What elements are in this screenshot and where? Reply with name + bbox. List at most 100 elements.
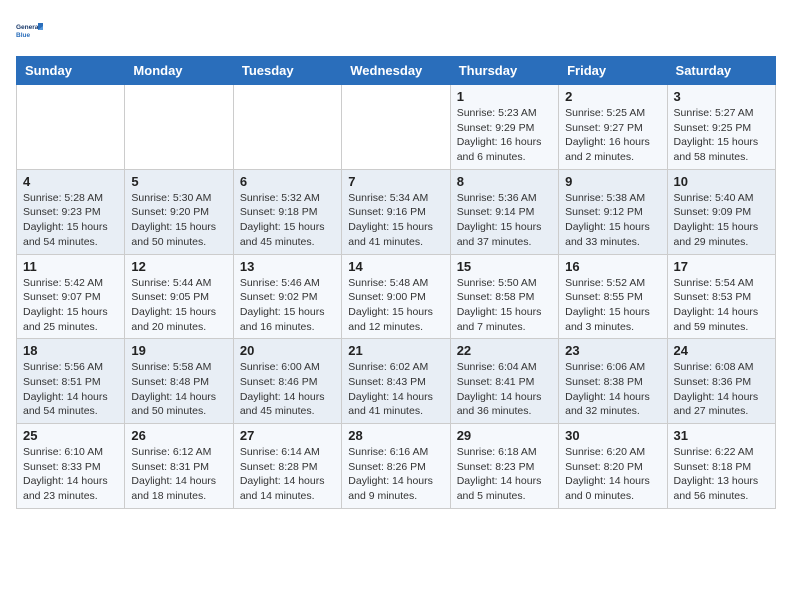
day-info: Sunrise: 5:48 AMSunset: 9:00 PMDaylight:…	[348, 276, 443, 335]
calendar-cell: 26Sunrise: 6:12 AMSunset: 8:31 PMDayligh…	[125, 424, 233, 509]
logo-icon: GeneralBlue	[16, 16, 44, 44]
day-info: Sunrise: 6:08 AMSunset: 8:36 PMDaylight:…	[674, 360, 769, 419]
calendar-row: 11 Sunrise: 5:42 AMSunset: 9:07 PMDayligh…	[17, 254, 776, 339]
day-info: Sunrise: 5:36 AMSunset: 9:14 PMDaylight:…	[457, 191, 552, 250]
day-info: Sunrise: 6:20 AMSunset: 8:20 PMDaylight:…	[565, 445, 660, 504]
calendar-cell: 15 Sunrise: 5:50 AMSunset: 8:58 PMDayligh…	[450, 254, 558, 339]
calendar-cell: 2Sunrise: 5:25 AMSunset: 9:27 PMDaylight…	[559, 85, 667, 170]
header-day-wednesday: Wednesday	[342, 57, 450, 85]
day-info: Sunrise: 5:27 AMSunset: 9:25 PMDaylight:…	[674, 106, 769, 165]
day-info: Sunrise: 5:44 AMSunset: 9:05 PMDaylight:…	[131, 276, 226, 335]
calendar-cell: 7 Sunrise: 5:34 AMSunset: 9:16 PMDaylight…	[342, 169, 450, 254]
calendar-cell: 12 Sunrise: 5:44 AMSunset: 9:05 PMDayligh…	[125, 254, 233, 339]
day-number: 24	[674, 343, 769, 358]
day-number: 8	[457, 174, 552, 189]
calendar-cell: 3 Sunrise: 5:27 AMSunset: 9:25 PMDaylight…	[667, 85, 775, 170]
calendar-cell: 9 Sunrise: 5:38 AMSunset: 9:12 PMDaylight…	[559, 169, 667, 254]
calendar-cell: 8 Sunrise: 5:36 AMSunset: 9:14 PMDaylight…	[450, 169, 558, 254]
calendar-cell: 22Sunrise: 6:04 AMSunset: 8:41 PMDayligh…	[450, 339, 558, 424]
day-info: Sunrise: 6:14 AMSunset: 8:28 PMDaylight:…	[240, 445, 335, 504]
header-row: SundayMondayTuesdayWednesdayThursdayFrid…	[17, 57, 776, 85]
calendar-cell: 25Sunrise: 6:10 AMSunset: 8:33 PMDayligh…	[17, 424, 125, 509]
day-number: 30	[565, 428, 660, 443]
day-info: Sunrise: 5:25 AMSunset: 9:27 PMDaylight:…	[565, 106, 660, 165]
calendar-cell: 24 Sunrise: 6:08 AMSunset: 8:36 PMDayligh…	[667, 339, 775, 424]
calendar-cell: 21Sunrise: 6:02 AMSunset: 8:43 PMDayligh…	[342, 339, 450, 424]
header-day-thursday: Thursday	[450, 57, 558, 85]
day-number: 4	[23, 174, 118, 189]
calendar-cell: 10 Sunrise: 5:40 AMSunset: 9:09 PMDayligh…	[667, 169, 775, 254]
day-number: 12	[131, 259, 226, 274]
calendar-cell: 14 Sunrise: 5:48 AMSunset: 9:00 PMDayligh…	[342, 254, 450, 339]
day-number: 19	[131, 343, 226, 358]
day-number: 31	[674, 428, 769, 443]
day-number: 10	[674, 174, 769, 189]
calendar-cell: 30 Sunrise: 6:20 AMSunset: 8:20 PMDayligh…	[559, 424, 667, 509]
day-info: Sunrise: 5:34 AMSunset: 9:16 PMDaylight:…	[348, 191, 443, 250]
day-info: Sunrise: 6:06 AMSunset: 8:38 PMDaylight:…	[565, 360, 660, 419]
header-day-tuesday: Tuesday	[233, 57, 341, 85]
day-number: 13	[240, 259, 335, 274]
calendar-cell: 28 Sunrise: 6:16 AMSunset: 8:26 PMDayligh…	[342, 424, 450, 509]
calendar-cell: 17 Sunrise: 5:54 AMSunset: 8:53 PMDayligh…	[667, 254, 775, 339]
day-info: Sunrise: 5:54 AMSunset: 8:53 PMDaylight:…	[674, 276, 769, 335]
day-info: Sunrise: 6:22 AMSunset: 8:18 PMDaylight:…	[674, 445, 769, 504]
day-number: 9	[565, 174, 660, 189]
calendar-cell: 19 Sunrise: 5:58 AMSunset: 8:48 PMDayligh…	[125, 339, 233, 424]
day-info: Sunrise: 5:46 AMSunset: 9:02 PMDaylight:…	[240, 276, 335, 335]
day-info: Sunrise: 5:32 AMSunset: 9:18 PMDaylight:…	[240, 191, 335, 250]
calendar-cell	[125, 85, 233, 170]
calendar-cell: 20Sunrise: 6:00 AMSunset: 8:46 PMDayligh…	[233, 339, 341, 424]
calendar-row: 18 Sunrise: 5:56 AMSunset: 8:51 PMDayligh…	[17, 339, 776, 424]
calendar-cell: 13 Sunrise: 5:46 AMSunset: 9:02 PMDayligh…	[233, 254, 341, 339]
calendar-row: 4 Sunrise: 5:28 AMSunset: 9:23 PMDaylight…	[17, 169, 776, 254]
calendar-cell: 6 Sunrise: 5:32 AMSunset: 9:18 PMDaylight…	[233, 169, 341, 254]
day-info: Sunrise: 5:58 AMSunset: 8:48 PMDaylight:…	[131, 360, 226, 419]
day-number: 7	[348, 174, 443, 189]
day-info: Sunrise: 6:02 AMSunset: 8:43 PMDaylight:…	[348, 360, 443, 419]
day-number: 22	[457, 343, 552, 358]
day-number: 11	[23, 259, 118, 274]
day-info: Sunrise: 6:10 AMSunset: 8:33 PMDaylight:…	[23, 445, 118, 504]
day-number: 16	[565, 259, 660, 274]
calendar-cell: 1Sunrise: 5:23 AMSunset: 9:29 PMDaylight…	[450, 85, 558, 170]
day-info: Sunrise: 5:28 AMSunset: 9:23 PMDaylight:…	[23, 191, 118, 250]
calendar-cell: 11 Sunrise: 5:42 AMSunset: 9:07 PMDayligh…	[17, 254, 125, 339]
calendar-cell: 31 Sunrise: 6:22 AMSunset: 8:18 PMDayligh…	[667, 424, 775, 509]
day-number: 3	[674, 89, 769, 104]
day-info: Sunrise: 5:50 AMSunset: 8:58 PMDaylight:…	[457, 276, 552, 335]
calendar-cell: 29 Sunrise: 6:18 AMSunset: 8:23 PMDayligh…	[450, 424, 558, 509]
calendar-table: SundayMondayTuesdayWednesdayThursdayFrid…	[16, 56, 776, 509]
day-number: 28	[348, 428, 443, 443]
day-number: 29	[457, 428, 552, 443]
calendar-row: 25Sunrise: 6:10 AMSunset: 8:33 PMDayligh…	[17, 424, 776, 509]
day-info: Sunrise: 5:42 AMSunset: 9:07 PMDaylight:…	[23, 276, 118, 335]
svg-text:Blue: Blue	[16, 32, 30, 39]
calendar-cell: 5 Sunrise: 5:30 AMSunset: 9:20 PMDaylight…	[125, 169, 233, 254]
calendar-cell	[342, 85, 450, 170]
day-number: 20	[240, 343, 335, 358]
day-info: Sunrise: 5:56 AMSunset: 8:51 PMDaylight:…	[23, 360, 118, 419]
calendar-cell: 4 Sunrise: 5:28 AMSunset: 9:23 PMDaylight…	[17, 169, 125, 254]
day-number: 1	[457, 89, 552, 104]
day-info: Sunrise: 6:16 AMSunset: 8:26 PMDaylight:…	[348, 445, 443, 504]
day-number: 26	[131, 428, 226, 443]
day-number: 14	[348, 259, 443, 274]
header-day-friday: Friday	[559, 57, 667, 85]
calendar-cell: 16Sunrise: 5:52 AMSunset: 8:55 PMDayligh…	[559, 254, 667, 339]
day-number: 17	[674, 259, 769, 274]
day-info: Sunrise: 6:18 AMSunset: 8:23 PMDaylight:…	[457, 445, 552, 504]
day-number: 23	[565, 343, 660, 358]
header-day-sunday: Sunday	[17, 57, 125, 85]
day-number: 15	[457, 259, 552, 274]
day-info: Sunrise: 5:30 AMSunset: 9:20 PMDaylight:…	[131, 191, 226, 250]
day-number: 27	[240, 428, 335, 443]
day-info: Sunrise: 5:40 AMSunset: 9:09 PMDaylight:…	[674, 191, 769, 250]
header-day-saturday: Saturday	[667, 57, 775, 85]
page-header: GeneralBlue	[16, 16, 776, 44]
day-number: 6	[240, 174, 335, 189]
calendar-cell	[233, 85, 341, 170]
day-info: Sunrise: 5:38 AMSunset: 9:12 PMDaylight:…	[565, 191, 660, 250]
day-number: 18	[23, 343, 118, 358]
day-number: 5	[131, 174, 226, 189]
